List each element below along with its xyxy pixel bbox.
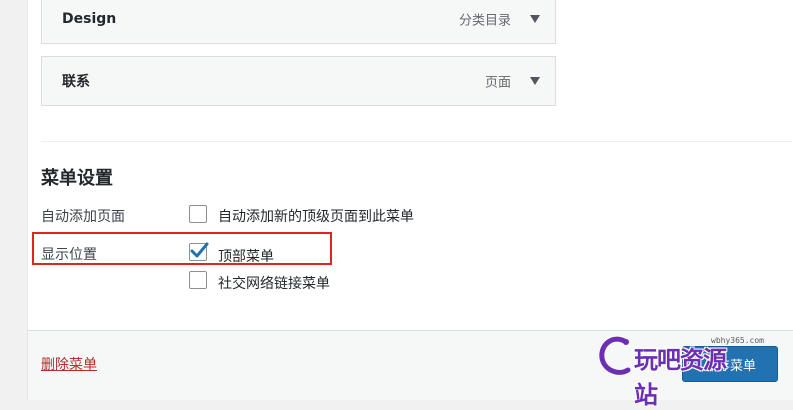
triangle-down-icon[interactable] [527, 11, 543, 27]
auto-add-option-label[interactable]: 自动添加新的顶级页面到此菜单 [218, 206, 414, 226]
top-menu-checkbox[interactable] [189, 242, 209, 261]
watermark-text: 玩吧资源站 [634, 346, 727, 409]
menu-item-type: 分类目录 [458, 13, 511, 29]
watermark-swirl-icon [599, 336, 631, 375]
auto-add-checkbox[interactable] [189, 205, 207, 223]
watermark-logo: wbhy365.com 玩吧资源站 [596, 332, 764, 409]
menu-item-contact[interactable]: 联系 页面 [41, 56, 556, 106]
menu-settings-title: 菜单设置 [41, 168, 113, 189]
menu-item-type: 页面 [484, 75, 511, 91]
triangle-down-icon[interactable] [527, 73, 543, 89]
menu-item-title: Design [62, 11, 117, 27]
display-location-label: 显示位置 [41, 247, 97, 263]
social-menu-option-label[interactable]: 社交网络链接菜单 [218, 273, 330, 293]
menu-item-title: 联系 [62, 74, 90, 90]
auto-add-label: 自动添加页面 [41, 209, 125, 225]
checkmark-icon [190, 242, 209, 258]
section-divider [41, 141, 792, 142]
delete-menu-link[interactable]: 删除菜单 [41, 354, 97, 374]
menu-item-design[interactable]: Design 分类目录 [41, 0, 556, 44]
top-menu-option-label[interactable]: 顶部菜单 [218, 246, 274, 266]
social-menu-checkbox[interactable] [189, 271, 207, 289]
